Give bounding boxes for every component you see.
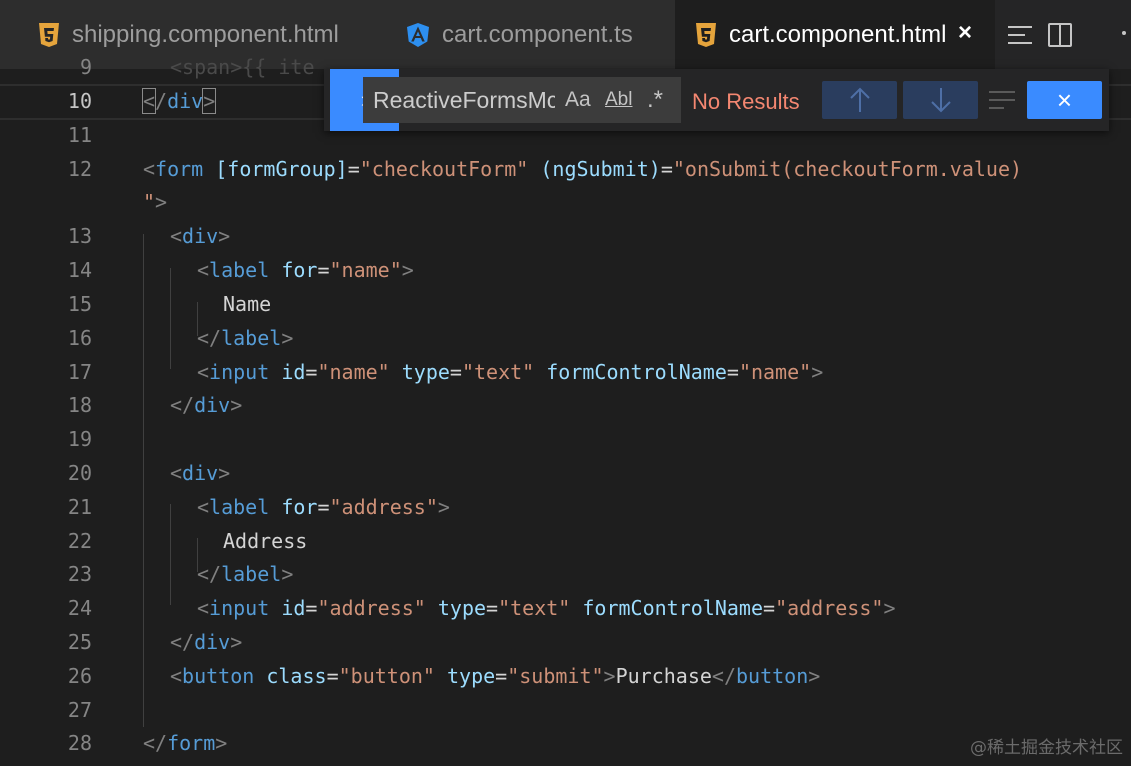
code-text: </div>: [141, 88, 217, 114]
split-editor-icon[interactable]: [1045, 20, 1075, 50]
code-line: 17 <input id="name" type="text" formCont…: [0, 355, 1131, 389]
previous-match-button[interactable]: [822, 81, 897, 119]
line-number: 24: [67, 596, 92, 620]
find-status: No Results: [692, 89, 800, 114]
code-line: 24 <input id="address" type="text" formC…: [0, 591, 1131, 625]
line-number: 28: [67, 731, 92, 755]
code-line: 12 <form [formGroup]="checkoutForm" (ngS…: [0, 152, 1131, 186]
code-line: 22 Address: [0, 524, 1131, 558]
html5-icon: [39, 22, 59, 47]
arrow-down-icon: [930, 88, 951, 113]
match-whole-word-button[interactable]: Abl: [605, 77, 632, 123]
line-number: 13: [67, 224, 92, 248]
more-actions-icon[interactable]: [1122, 31, 1126, 35]
code-line: 15 Name: [0, 287, 1131, 321]
close-find-button[interactable]: ×: [1027, 81, 1102, 119]
match-case-button[interactable]: Aa: [565, 77, 591, 123]
code-text: <label for="name">: [197, 258, 414, 282]
code-text: </form>: [143, 731, 228, 755]
code-text: <input id="name" type="text" formControl…: [197, 360, 824, 384]
find-in-selection-icon: [988, 91, 1015, 109]
line-number: 15: [67, 292, 92, 316]
code-text: </div>: [170, 393, 243, 417]
line-number: 12: [67, 157, 92, 181]
line-number: 22: [67, 529, 92, 553]
line-number: 26: [67, 664, 92, 688]
code-line: 19: [0, 422, 1131, 456]
watermark: @稀土掘金技术社区: [970, 738, 1123, 758]
code-line: 25 </div>: [0, 625, 1131, 659]
code-line: 23 </label>: [0, 557, 1131, 591]
code-line: 21 <label for="address">: [0, 490, 1131, 524]
code-line: 28 </form>: [0, 726, 1131, 760]
line-number: 19: [67, 427, 92, 451]
line-number: 16: [67, 326, 92, 350]
use-regex-button[interactable]: .*: [647, 77, 663, 123]
code-text: </label>: [197, 326, 294, 350]
code-text: ">: [143, 190, 168, 214]
find-input-value: ReactiveFormsMc: [373, 87, 555, 113]
code-text: <form [formGroup]="checkoutForm" (ngSubm…: [143, 157, 1023, 181]
code-text: <input id="address" type="text" formCont…: [197, 596, 896, 620]
close-icon: ×: [1056, 84, 1073, 115]
code-line: 13 <div>: [0, 219, 1131, 253]
code-text: <button class="button" type="submit">Pur…: [170, 664, 821, 688]
code-text: <div>: [170, 224, 231, 248]
code-text: Name: [223, 292, 272, 316]
code-line: 20 <div>: [0, 456, 1131, 490]
tab-close-button[interactable]: ×: [958, 19, 972, 47]
code-text: </label>: [197, 562, 294, 586]
next-match-button[interactable]: [903, 81, 978, 119]
line-number: 27: [67, 698, 92, 722]
tab-label: cart.component.html: [729, 20, 947, 48]
code-line: 16 </label>: [0, 321, 1131, 355]
html5-icon: [696, 22, 716, 47]
line-number: 17: [67, 360, 92, 384]
code-text: <div>: [170, 461, 231, 485]
code-line-wrap: ">: [0, 185, 1131, 219]
line-number: 11: [67, 123, 92, 147]
code-line: 14 <label for="name">: [0, 253, 1131, 287]
code-text: <label for="address">: [197, 495, 450, 519]
find-input[interactable]: ReactiveFormsMc Aa Abl .*: [363, 77, 681, 123]
tab-label: cart.component.ts: [442, 20, 633, 48]
code-text: Address: [223, 529, 308, 553]
line-number: 18: [67, 393, 92, 417]
code-text: <span>{{ ite: [170, 55, 315, 79]
split-layout-icon[interactable]: [1005, 20, 1035, 50]
line-number: 9: [79, 55, 92, 79]
code-line: 26 <button class="button" type="submit">…: [0, 659, 1131, 693]
code-line: 18 </div>: [0, 388, 1131, 422]
code-line: 27: [0, 693, 1131, 727]
code-editor[interactable]: 9 <span>{{ ite 10 </div> 11 12 <form [fo…: [0, 55, 1131, 766]
code-text: </div>: [170, 630, 243, 654]
line-number: 21: [67, 495, 92, 519]
line-number: 14: [67, 258, 92, 282]
arrow-up-icon: [849, 87, 870, 112]
line-number: 10: [67, 89, 92, 113]
line-number: 25: [67, 630, 92, 654]
line-number: 20: [67, 461, 92, 485]
find-widget: › ReactiveFormsMc Aa Abl .* No Results ×: [324, 69, 1109, 131]
tab-label: shipping.component.html: [72, 20, 339, 48]
angular-icon: [407, 22, 429, 47]
line-number: 23: [67, 562, 92, 586]
find-in-selection-button[interactable]: [984, 81, 1019, 119]
